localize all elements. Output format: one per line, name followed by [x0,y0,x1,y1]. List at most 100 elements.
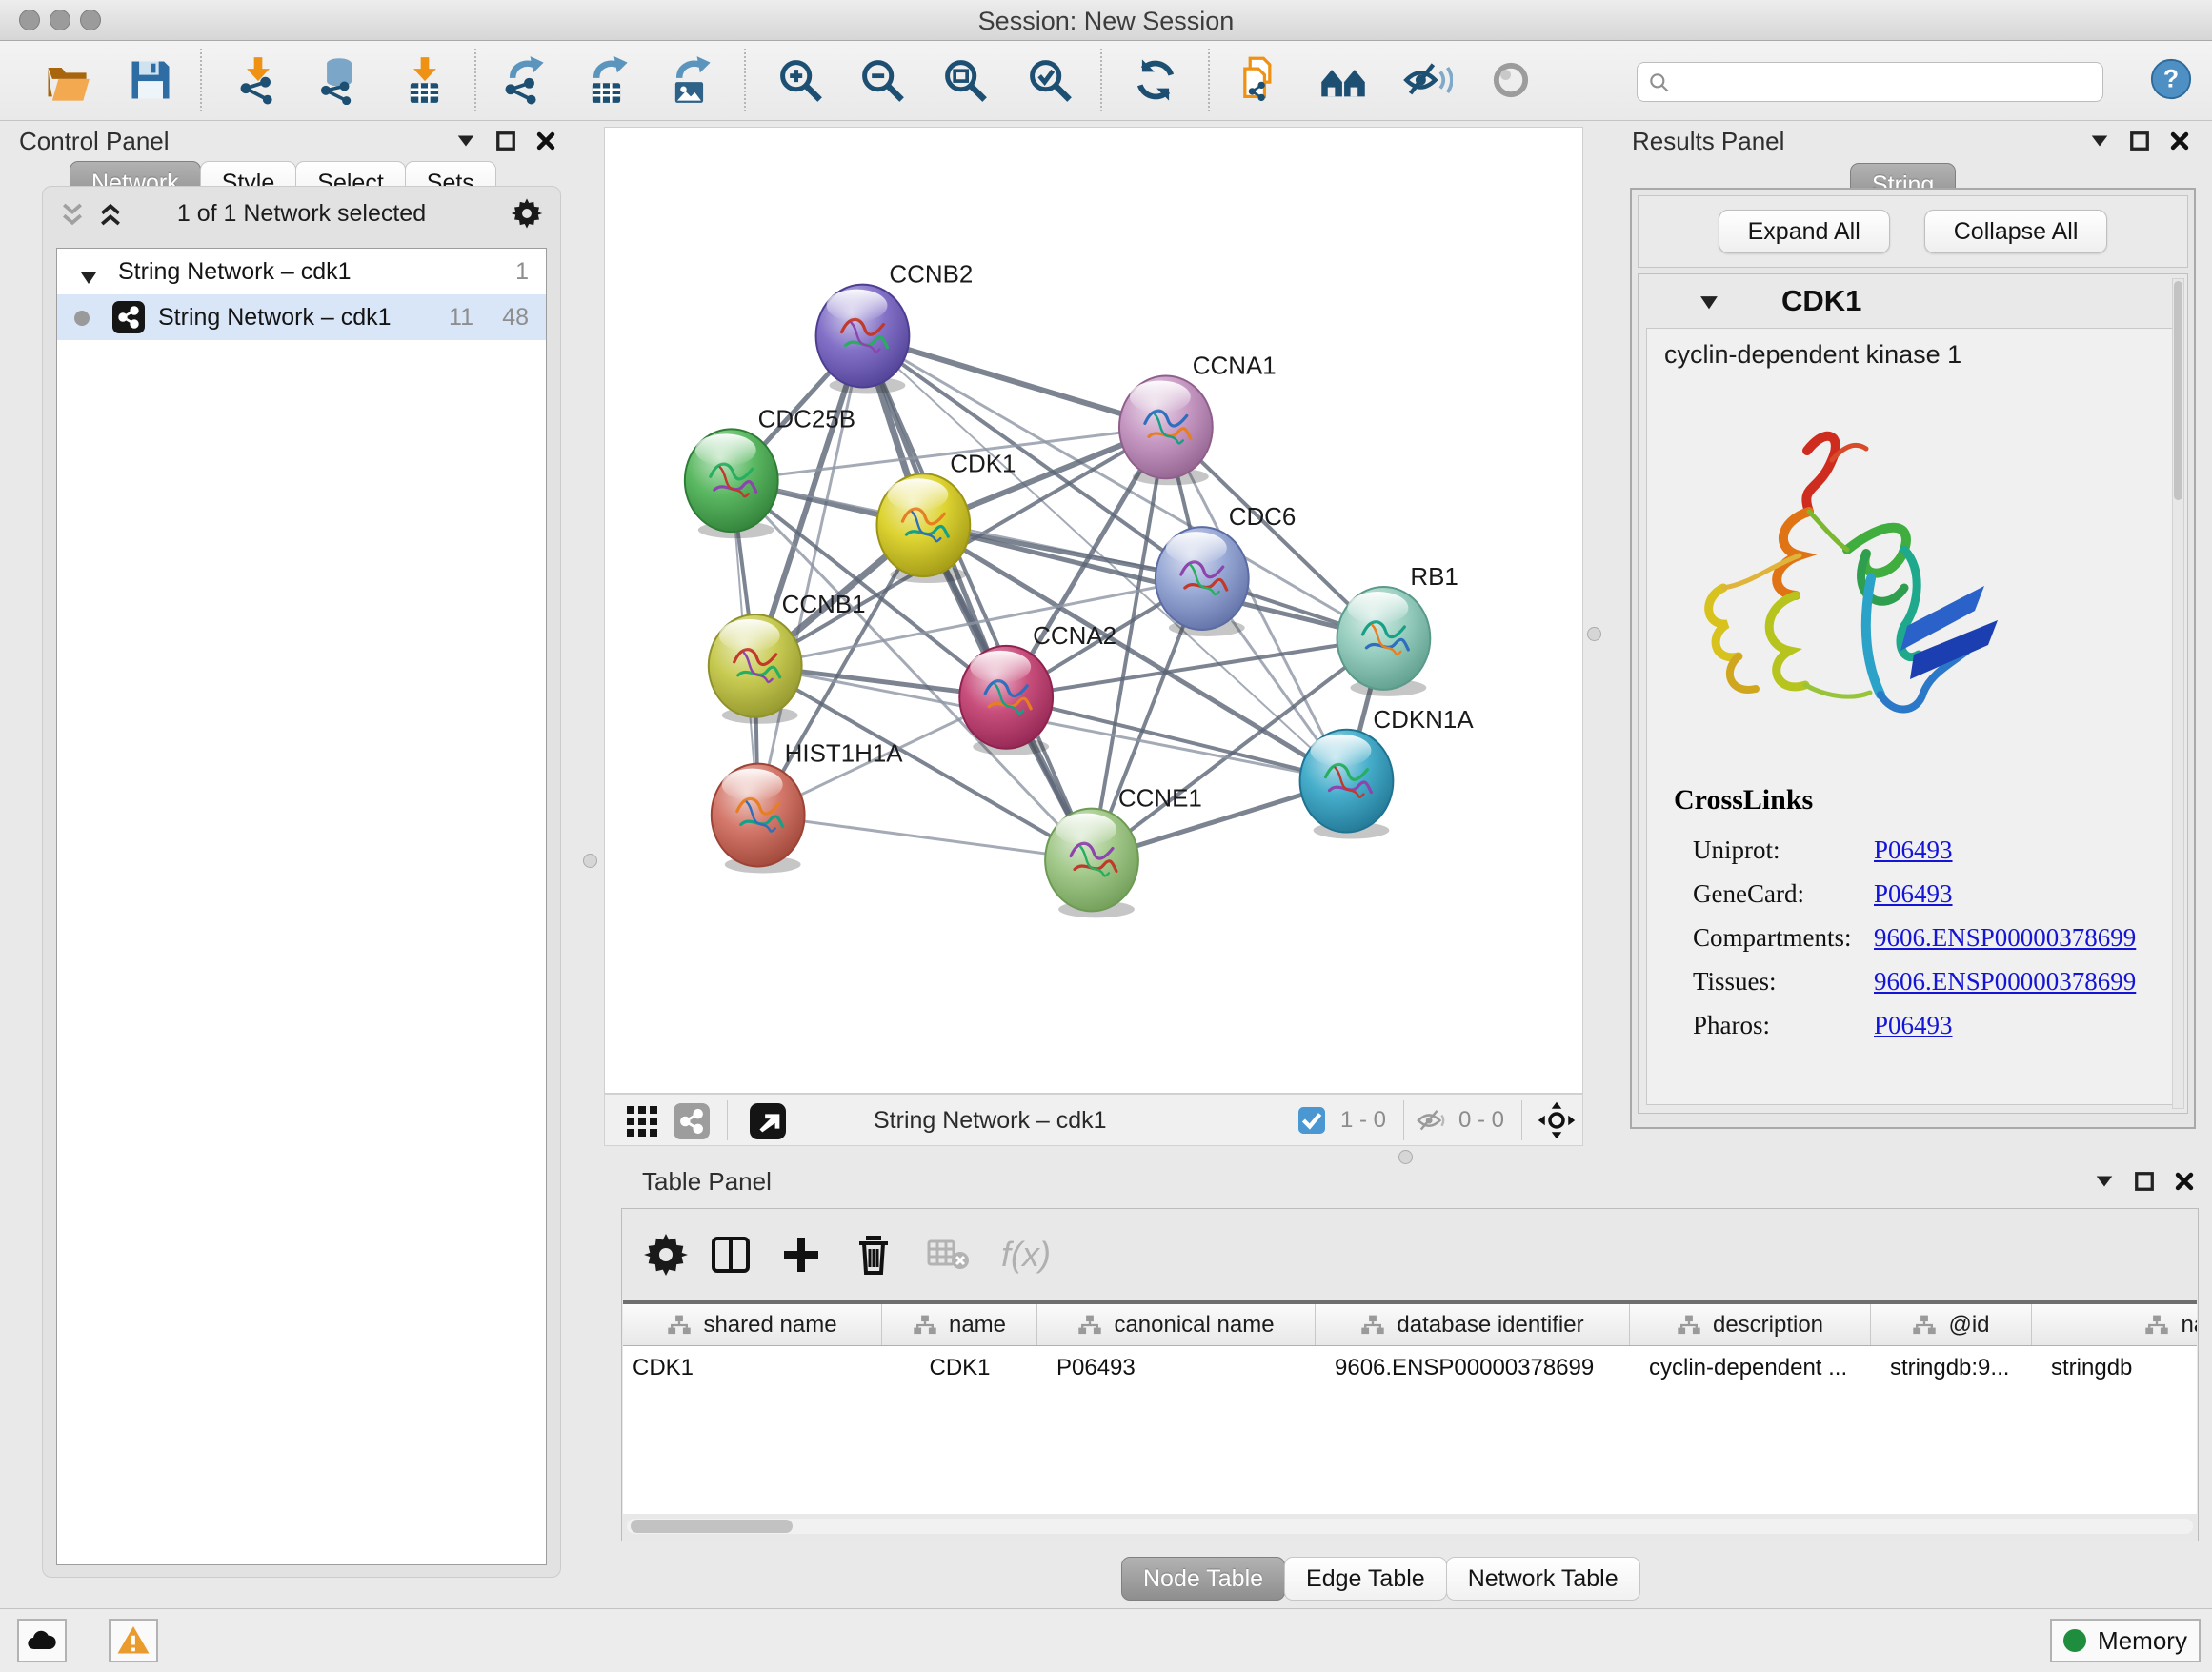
node-label-RB1: RB1 [1410,564,1458,591]
new-network-from-selection-button[interactable] [1231,51,1288,109]
split-panes-icon[interactable] [708,1232,754,1278]
crosslink-link[interactable]: P06493 [1874,1011,1953,1040]
network-row-selected[interactable]: String Network – cdk1 11 48 [57,294,546,340]
delete-column-trash-icon[interactable] [851,1232,896,1278]
node-label-CDC6: CDC6 [1229,504,1297,531]
zoom-fit-button[interactable] [936,51,994,109]
toolbar-separator [744,49,746,111]
gene-name: CDK1 [1781,284,1861,318]
cell-@id[interactable]: stringdb:9... [1871,1346,2032,1390]
node-table[interactable]: shared namenamecanonical namedatabase id… [623,1300,2197,1514]
column-header-database-identifier[interactable]: database identifier [1316,1304,1630,1345]
column-header-@id[interactable]: @id [1871,1304,2032,1345]
selected-checkbox-icon[interactable] [1298,1107,1325,1134]
collapse-all-button[interactable]: Collapse All [1924,210,2108,253]
import-network-database-button[interactable] [310,51,367,109]
first-neighbors-button[interactable] [1315,51,1372,109]
cell-shared-name[interactable]: CDK1 [623,1346,882,1390]
collection-label: String Network – cdk1 [118,258,352,286]
panel-menu-icon[interactable] [2094,1171,2115,1192]
panel-float-icon[interactable] [2134,1171,2155,1192]
left-splitter-handle[interactable] [583,854,597,868]
node-HIST1H1A[interactable] [712,764,805,874]
entry-collapse-caret-icon[interactable] [1699,295,1719,310]
node-CCNB1[interactable] [709,614,802,724]
results-scrollbar[interactable] [2172,278,2184,1109]
export-image-icon [665,55,714,105]
node-CCNE1[interactable] [1045,809,1138,918]
tab-node-table[interactable]: Node Table [1121,1557,1285,1601]
crosslink-link[interactable]: 9606.ENSP00000378699 [1874,967,2136,997]
cell-namespace[interactable]: stringdb [2032,1346,2197,1390]
panel-float-icon[interactable] [2129,131,2150,151]
node-CDKN1A[interactable] [1300,730,1394,839]
node-CCNA1[interactable] [1119,375,1213,485]
search-box[interactable] [1637,62,2103,102]
grid-view-icon[interactable] [624,1103,660,1139]
right-splitter-handle[interactable] [1587,627,1601,641]
panel-close-icon[interactable] [535,131,556,151]
panel-close-icon[interactable] [2174,1171,2195,1192]
cell-name[interactable]: CDK1 [882,1346,1037,1390]
cell-description[interactable]: cyclin-dependent ... [1630,1346,1871,1390]
tab-edge-table[interactable]: Edge Table [1284,1557,1447,1601]
crosslink-link[interactable]: P06493 [1874,836,1953,865]
collection-expand-caret-icon[interactable] [80,264,97,277]
search-input[interactable] [1679,66,2093,98]
show-all-button[interactable] [1482,51,1539,109]
column-header-name[interactable]: name [882,1304,1037,1345]
bottom-splitter-handle[interactable] [1398,1150,1413,1164]
panel-menu-icon[interactable] [455,131,476,151]
cloud-button[interactable] [17,1619,67,1662]
save-session-button[interactable] [122,51,179,109]
import-table-file-icon [400,55,450,105]
crosslink-link[interactable]: P06493 [1874,879,1953,909]
panel-close-icon[interactable] [2169,131,2190,151]
search-icon [1647,71,1672,95]
import-network-file-button[interactable] [230,51,287,109]
birdseye-navigator-icon[interactable] [1537,1100,1577,1140]
panel-float-icon[interactable] [495,131,516,151]
node-CCNB2[interactable] [816,285,910,394]
zoom-selected-button[interactable] [1021,51,1078,109]
export-image-button[interactable] [661,51,718,109]
memory-button[interactable]: Memory [2050,1619,2201,1662]
warnings-button[interactable] [109,1619,158,1662]
crosslink-row: Tissues:9606.ENSP00000378699 [1647,967,2179,1011]
panel-menu-icon[interactable] [2089,131,2110,151]
network-share-view-icon[interactable] [674,1103,710,1139]
tab-network-table[interactable]: Network Table [1446,1557,1640,1601]
edge-CCNB2-CCNE1[interactable] [862,336,1092,860]
network-collection-row[interactable]: String Network – cdk1 1 [57,249,546,294]
node-CDC25B[interactable] [685,429,778,538]
expand-all-button[interactable]: Expand All [1719,210,1890,253]
import-table-file-button[interactable] [396,51,453,109]
column-header-canonical-name[interactable]: canonical name [1037,1304,1316,1345]
open-file-button[interactable] [38,51,95,109]
cell-database-identifier[interactable]: 9606.ENSP00000378699 [1316,1346,1630,1390]
add-column-icon[interactable] [778,1232,824,1278]
node-CDC6[interactable] [1156,527,1249,636]
export-table-button[interactable] [578,51,635,109]
hide-selected-button[interactable] [1399,51,1457,109]
column-header-namespace[interactable]: namespace [2032,1304,2197,1345]
edge-HIST1H1A-CCNE1[interactable] [758,816,1092,860]
export-network-button[interactable] [494,51,552,109]
help-button[interactable]: ? [2149,57,2193,101]
column-header-description[interactable]: description [1630,1304,1871,1345]
table-settings-gear-icon[interactable] [643,1232,689,1278]
apply-layout-button[interactable] [1127,51,1184,109]
zoom-in-button[interactable] [772,51,829,109]
cell-canonical-name[interactable]: P06493 [1037,1346,1316,1390]
detach-view-icon[interactable] [750,1103,786,1139]
first-neighbors-icon [1318,55,1368,105]
hide-selected-icon [1403,55,1453,105]
crosslink-link[interactable]: 9606.ENSP00000378699 [1874,923,2136,953]
node-RB1[interactable] [1337,587,1430,696]
network-canvas[interactable]: CCNB2CCNA1CDC25BCDK1CDC6RB1CCNB1CCNA2CDK… [604,127,1583,1094]
zoom-out-button[interactable] [854,51,911,109]
node-label-CDK1: CDK1 [950,451,1016,477]
column-header-shared-name[interactable]: shared name [623,1304,882,1345]
table-horizontal-scrollbar[interactable] [627,1519,2193,1534]
network-options-gear-icon[interactable] [511,197,543,230]
